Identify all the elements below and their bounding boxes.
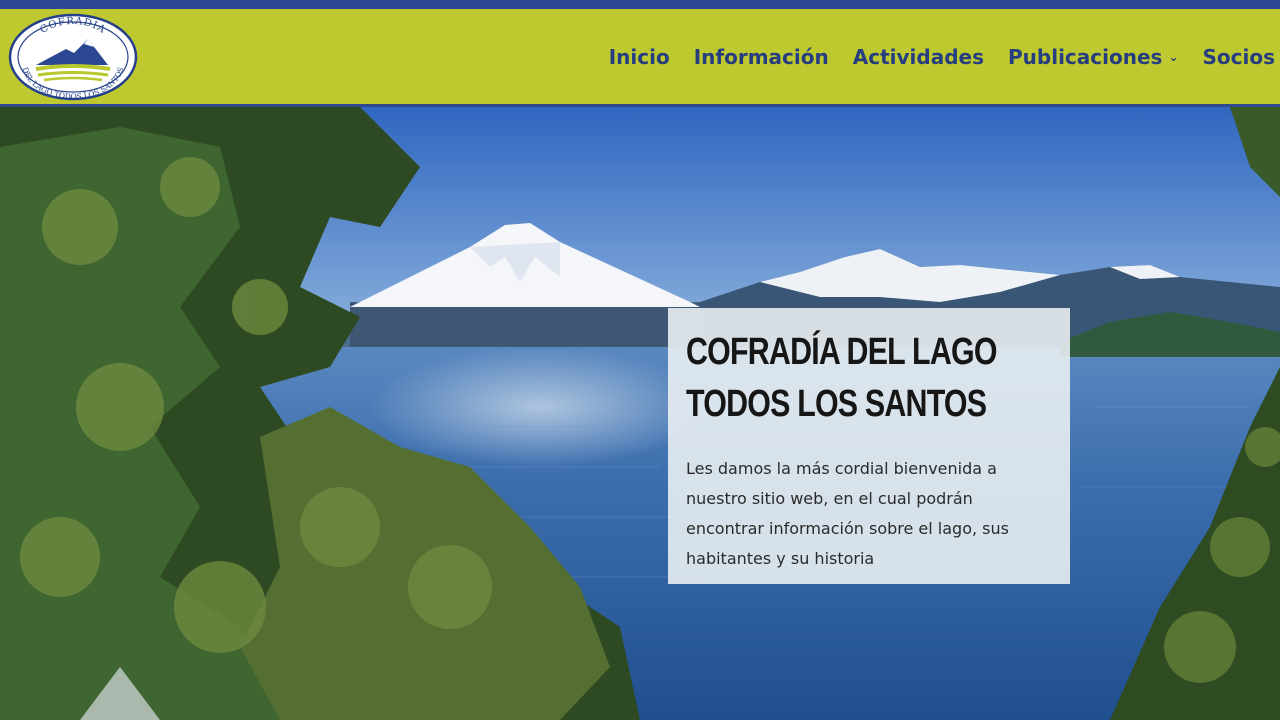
nav-actividades[interactable]: Actividades <box>853 45 984 69</box>
nav-informacion[interactable]: Información <box>694 45 829 69</box>
welcome-card: COFRADÍA DEL LAGO TODOS LOS SANTOS Les d… <box>668 308 1070 584</box>
nav-publicaciones[interactable]: Publicaciones ⌄ <box>1008 45 1179 69</box>
nav-actividades-label: Actividades <box>852 44 984 69</box>
hero-title: COFRADÍA DEL LAGO TODOS LOS SANTOS <box>686 331 997 425</box>
cofradia-logo-icon: COFRADIA DEL LAGO TODOS LOS SANTOS <box>8 13 138 101</box>
site-logo[interactable]: COFRADIA DEL LAGO TODOS LOS SANTOS <box>8 13 138 101</box>
main-nav: Inicio Información Actividades Publicaci… <box>585 9 1280 104</box>
chevron-down-icon: ⌄ <box>1168 49 1179 64</box>
hero-landscape-image <box>0 107 1280 720</box>
top-accent-bar <box>0 0 1280 9</box>
nav-inicio-label: Inicio <box>608 44 670 69</box>
site-header: COFRADIA DEL LAGO TODOS LOS SANTOS Inici… <box>0 9 1280 107</box>
hero-welcome-text: Les damos la más cordial bienvenida a nu… <box>686 459 1009 568</box>
nav-socios[interactable]: Socios <box>1203 45 1276 69</box>
nav-inicio[interactable]: Inicio <box>609 45 670 69</box>
nav-publicaciones-label: Publicaciones <box>1008 44 1163 69</box>
nav-socios-label: Socios <box>1202 44 1276 69</box>
nav-informacion-label: Información <box>693 44 829 69</box>
hero-section: COFRADÍA DEL LAGO TODOS LOS SANTOS Les d… <box>0 107 1280 720</box>
